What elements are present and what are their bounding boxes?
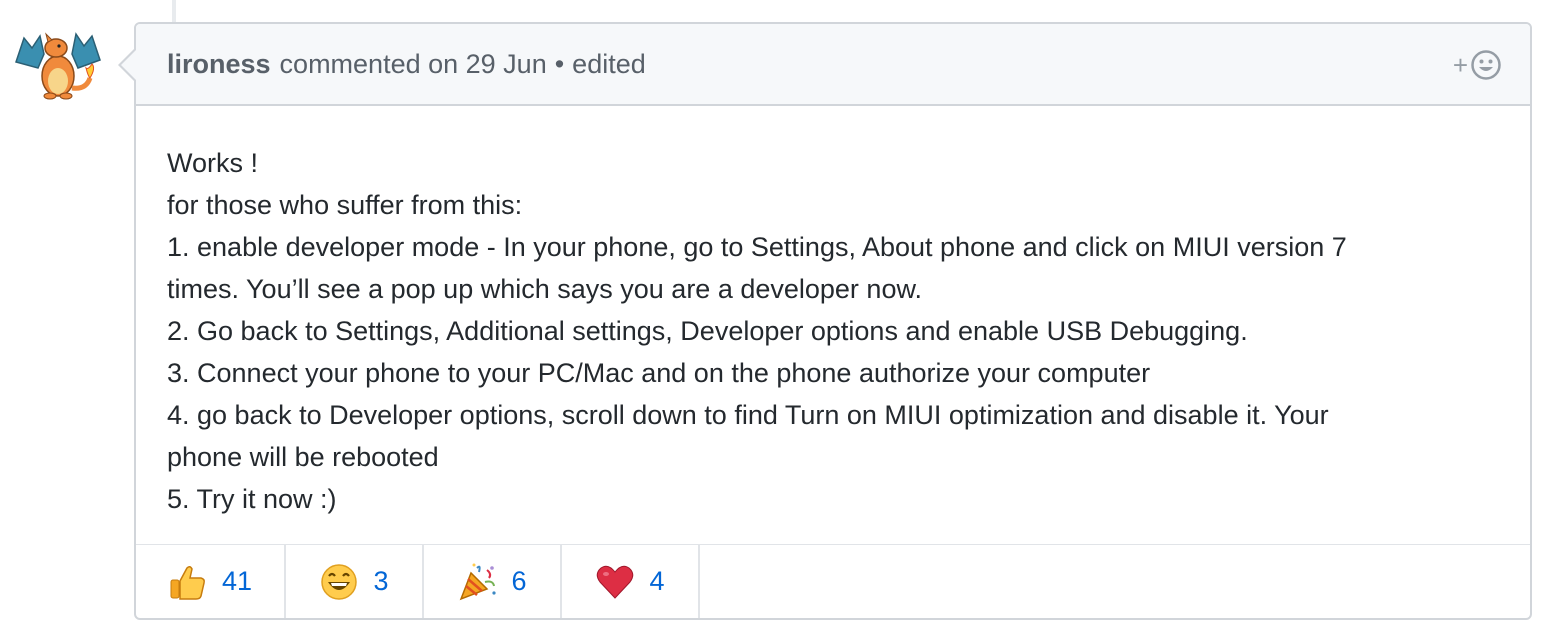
body-line: 4. go back to Developer options, scroll … — [167, 400, 1329, 430]
reaction-count: 4 — [649, 566, 665, 596]
smiley-icon — [1471, 50, 1501, 80]
body-line: for those who suffer from this: — [167, 190, 523, 220]
reaction-count: 41 — [221, 566, 253, 596]
comment-box: lironess commented on 29 Jun • edited + … — [134, 22, 1532, 620]
body-line: times. You’ll see a pop up which says yo… — [167, 274, 922, 304]
smile-icon — [319, 562, 359, 602]
reaction-count: 6 — [511, 566, 527, 596]
add-reaction-button[interactable]: + — [1453, 49, 1502, 81]
dragon-avatar-icon — [15, 32, 101, 100]
reactions-bar: 41 3 6 4 — [136, 544, 1530, 618]
comment-action[interactable]: commented on 29 Jun — [280, 49, 547, 80]
edited-label[interactable]: edited — [572, 49, 646, 80]
body-line: phone will be rebooted — [167, 442, 439, 472]
plus-icon: + — [1452, 49, 1468, 80]
reaction-hooray[interactable]: 6 — [424, 545, 562, 618]
body-line: 2. Go back to Settings, Additional setti… — [167, 316, 1248, 346]
body-line: Works ! — [167, 148, 259, 178]
party-popper-icon — [457, 562, 497, 602]
comment-pointer-fill — [121, 50, 136, 80]
timeline-line — [172, 0, 176, 22]
avatar[interactable] — [10, 24, 106, 104]
reaction-smile[interactable]: 3 — [286, 545, 424, 618]
thumbs-up-icon — [168, 562, 208, 602]
comment-header: lironess commented on 29 Jun • edited + — [136, 24, 1530, 106]
reaction-heart[interactable]: 4 — [562, 545, 700, 618]
reaction-thumbs-up[interactable]: 41 — [136, 545, 286, 618]
body-line: 3. Connect your phone to your PC/Mac and… — [167, 358, 1151, 388]
body-line: 5. Try it now :) — [167, 484, 337, 514]
separator: • — [554, 48, 565, 79]
body-line: 1. enable developer mode - In your phone… — [167, 232, 1347, 262]
heart-icon — [595, 562, 635, 602]
reaction-count: 3 — [373, 566, 389, 596]
comment-body: Works ! for those who suffer from this: … — [136, 106, 1530, 546]
comment-author[interactable]: lironess — [167, 49, 271, 80]
